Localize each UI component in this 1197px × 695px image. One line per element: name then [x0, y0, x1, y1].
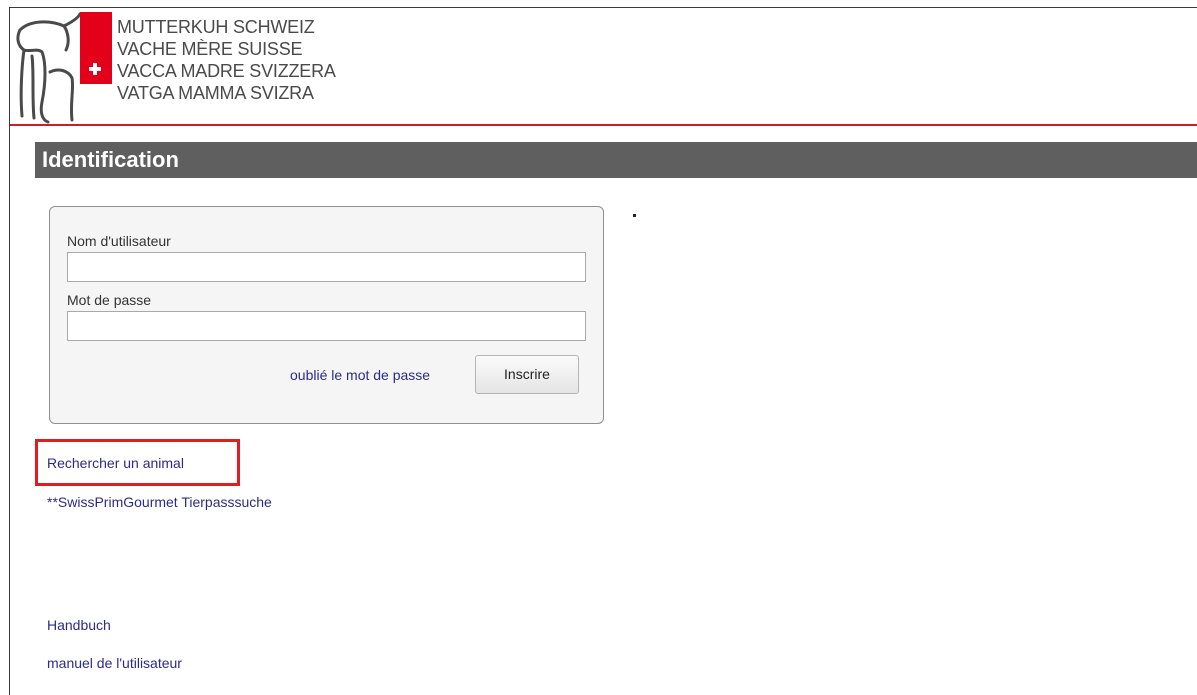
page-title: Identification: [42, 147, 179, 172]
swiss-cross-icon: [88, 62, 102, 76]
username-input[interactable]: [67, 252, 586, 282]
site-header: MUTTERKUH SCHWEIZ VACHE MÈRE SUISSE VACC…: [10, 8, 1197, 125]
user-manual-link[interactable]: manuel de l'utilisateur: [47, 655, 182, 671]
stray-dot: [633, 214, 636, 217]
login-form: Nom d'utilisateur Mot de passe oublié le…: [49, 206, 604, 424]
org-name-fr: VACHE MÈRE SUISSE: [117, 39, 303, 59]
password-label: Mot de passe: [67, 292, 152, 308]
handbuch-link[interactable]: Handbuch: [47, 617, 111, 633]
org-name-it: VACCA MADRE SVIZZERA: [117, 61, 336, 81]
header-divider: [10, 124, 1197, 126]
page-title-bar: Identification: [35, 142, 1197, 178]
login-button[interactable]: Inscrire: [475, 355, 579, 394]
org-name-rm: VATGA MAMMA SVIZRA: [117, 83, 314, 103]
organization-names: MUTTERKUH SCHWEIZ VACHE MÈRE SUISSE VACC…: [117, 16, 336, 104]
org-name-de: MUTTERKUH SCHWEIZ: [117, 17, 315, 37]
cow-and-calf-icon: [16, 12, 82, 124]
swiss-flag-icon: [80, 12, 112, 84]
forgot-password-link[interactable]: oublié le mot de passe: [290, 367, 430, 383]
password-input[interactable]: [67, 311, 586, 341]
username-label: Nom d'utilisateur: [67, 233, 171, 249]
swissprim-search-link[interactable]: **SwissPrimGourmet Tierpasssuche: [47, 494, 272, 510]
search-animal-link[interactable]: Rechercher un animal: [47, 455, 184, 471]
